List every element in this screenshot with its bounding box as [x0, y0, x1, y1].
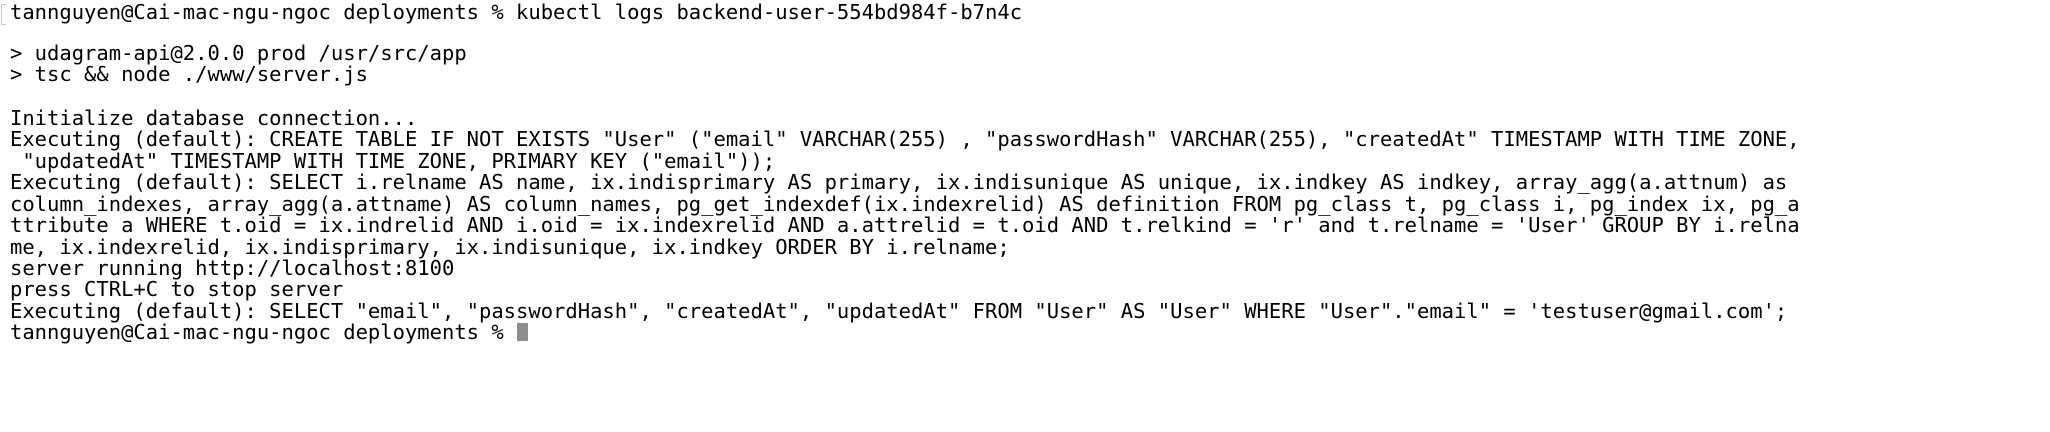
npm-command-line: > tsc && node ./www/server.js [10, 62, 368, 86]
final-prompt-text: tannguyen@Cai-mac-ngu-ngoc deployments % [10, 320, 517, 344]
selection-bracket-marker [1, 4, 6, 25]
text-cursor [517, 323, 529, 341]
terminal-output[interactable]: tannguyen@Cai-mac-ngu-ngoc deployments %… [0, 0, 2050, 432]
command-prompt-line: tannguyen@Cai-mac-ngu-ngoc deployments %… [10, 0, 1023, 24]
final-prompt-line[interactable]: tannguyen@Cai-mac-ngu-ngoc deployments % [10, 318, 529, 346]
